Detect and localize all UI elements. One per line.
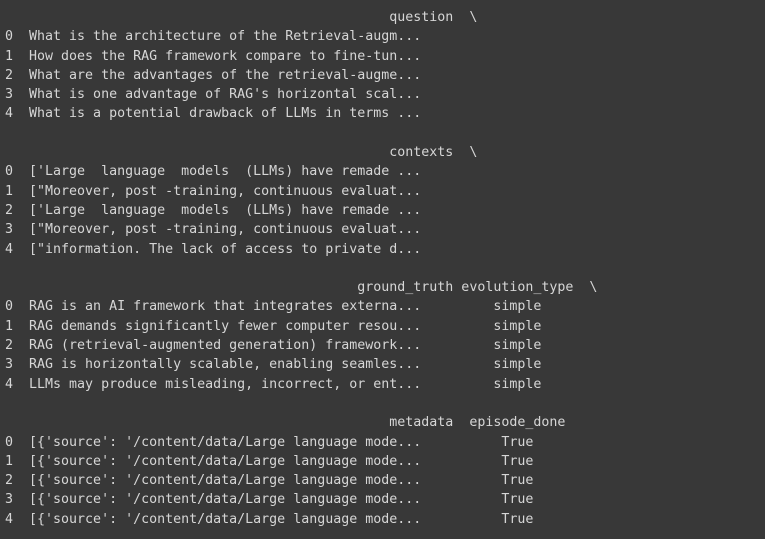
table-row: 3 ["Moreover, post -training, continuous… xyxy=(5,222,422,238)
block-separator xyxy=(0,259,765,278)
table-row: 3 RAG is horizontally scalable, enabling… xyxy=(5,357,542,373)
table-row: 1 [{'source': '/content/data/Large langu… xyxy=(5,453,534,469)
column-header-row: contexts \ xyxy=(5,145,478,161)
block-separator xyxy=(0,394,765,413)
table-row: 3 What is one advantage of RAG's horizon… xyxy=(5,87,422,103)
table-row: 0 [{'source': '/content/data/Large langu… xyxy=(5,434,534,450)
table-row: 2 [{'source': '/content/data/Large langu… xyxy=(5,473,534,489)
table-row: 4 [{'source': '/content/data/Large langu… xyxy=(5,511,534,527)
dataframe-block-ground-truth: ground_truth evolution_type \ 0 RAG is a… xyxy=(0,278,765,394)
block-separator xyxy=(0,124,765,143)
column-header-row: ground_truth evolution_type \ xyxy=(5,280,598,296)
table-row: 1 ["Moreover, post -training, continuous… xyxy=(5,183,422,199)
table-row: 0 RAG is an AI framework that integrates… xyxy=(5,299,542,315)
column-header-row: question \ xyxy=(5,10,478,25)
dataframe-block-metadata: metadata episode_done 0 [{'source': '/co… xyxy=(0,413,765,529)
table-row: 0 What is the architecture of the Retrie… xyxy=(5,29,422,45)
table-row: 4 What is a potential drawback of LLMs i… xyxy=(5,106,422,122)
table-row: 3 [{'source': '/content/data/Large langu… xyxy=(5,492,534,508)
table-row: 4 LLMs may produce misleading, incorrect… xyxy=(5,376,542,392)
dataframe-block-question: question \ 0 What is the architecture of… xyxy=(0,8,765,124)
dataframe-block-contexts: contexts \ 0 ['Large language models (LL… xyxy=(0,143,765,259)
table-row: 2 What are the advantages of the retriev… xyxy=(5,67,422,83)
table-row: 1 How does the RAG framework compare to … xyxy=(5,48,422,64)
table-row: 2 RAG (retrieval-augmented generation) f… xyxy=(5,338,542,354)
terminal-output-pane[interactable]: question \ 0 What is the architecture of… xyxy=(0,0,765,539)
table-row: 0 ['Large language models (LLMs) have re… xyxy=(5,164,422,180)
table-row: 4 ["information. The lack of access to p… xyxy=(5,241,422,257)
table-row: 1 RAG demands significantly fewer comput… xyxy=(5,318,542,334)
table-row: 2 ['Large language models (LLMs) have re… xyxy=(5,202,422,218)
column-header-row: metadata episode_done xyxy=(5,415,566,431)
